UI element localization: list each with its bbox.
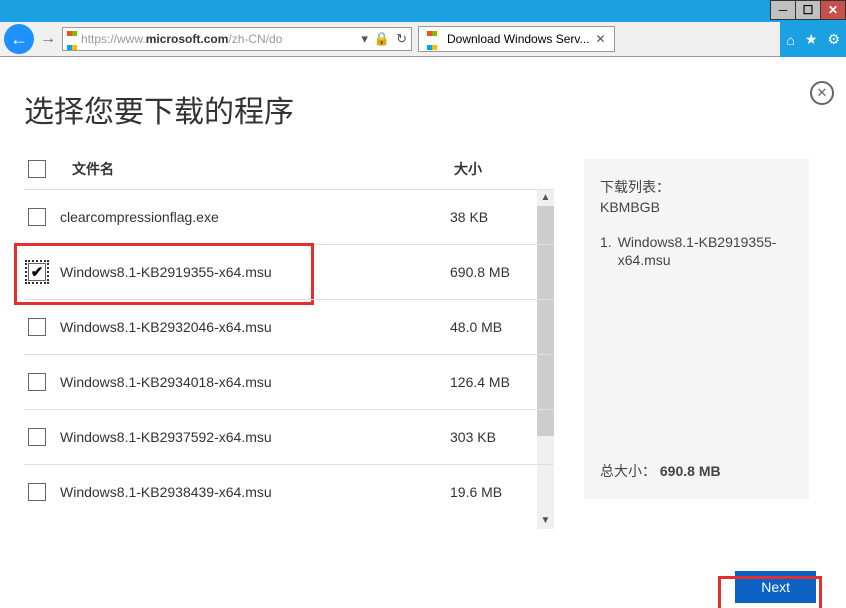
total-value: 690.8 MB	[660, 463, 721, 479]
address-bar[interactable]: https://www.microsoft.com/zh-CN/do ▾ 🔒 ↻	[62, 27, 412, 51]
page-heading: 选择您要下载的程序	[24, 87, 822, 131]
file-list-column: 文件名 大小 ▲ ▼ clearcompressionflag.exe38 KB…	[24, 159, 554, 519]
forward-button[interactable]: →	[38, 29, 58, 49]
summary-item: 1.Windows8.1-KB2919355-x64.msu	[600, 233, 793, 269]
summary-list: 1.Windows8.1-KB2919355-x64.msu	[600, 233, 793, 269]
summary-item-num: 1.	[600, 233, 612, 269]
address-bar-icons: ▾ 🔒 ↻	[361, 31, 407, 47]
dialog-close-button[interactable]: ✕	[810, 81, 834, 105]
arrow-right-icon: →	[40, 30, 56, 48]
download-summary-panel: 下载列表： KBMBGB 1.Windows8.1-KB2919355-x64.…	[584, 159, 809, 499]
file-size: 690.8 MB	[450, 264, 550, 280]
file-checkbox[interactable]	[28, 318, 46, 336]
summary-total: 总大小： 690.8 MB	[600, 461, 721, 481]
refresh-icon[interactable]: ↻	[396, 31, 407, 47]
file-size: 48.0 MB	[450, 319, 550, 335]
chrome-right-icons: ⌂ ★ ⚙	[780, 22, 846, 57]
total-label: 总大小：	[600, 463, 656, 479]
summary-title: 下载列表：	[600, 177, 793, 197]
window-titlebar: ─ ☐ ✕	[0, 0, 846, 22]
file-row[interactable]: Windows8.1-KB2938439-x64.msu19.6 MB	[24, 464, 554, 519]
minimize-button[interactable]: ─	[770, 0, 796, 20]
back-button[interactable]: ←	[4, 24, 34, 54]
main-row: 文件名 大小 ▲ ▼ clearcompressionflag.exe38 KB…	[24, 159, 822, 519]
file-row[interactable]: Windows8.1-KB2937592-x64.msu303 KB	[24, 409, 554, 464]
file-size: 126.4 MB	[450, 374, 550, 390]
file-name: Windows8.1-KB2937592-x64.msu	[60, 429, 450, 445]
tab-close-icon[interactable]: ✕	[596, 32, 606, 46]
summary-sub: KBMBGB	[600, 199, 793, 215]
file-name: Windows8.1-KB2932046-x64.msu	[60, 319, 450, 335]
filename-label: 文件名	[72, 159, 114, 179]
next-button[interactable]: Next	[735, 571, 816, 603]
arrow-left-icon: ←	[10, 29, 28, 50]
checkmark-icon: ✔	[31, 263, 44, 281]
tab-title: Download Windows Serv...	[447, 32, 590, 46]
header-filename: 文件名	[28, 159, 454, 179]
page-content: ✕ 选择您要下载的程序 文件名 大小 ▲ ▼ clear	[0, 57, 846, 607]
file-size: 38 KB	[450, 209, 550, 225]
select-all-checkbox[interactable]	[28, 160, 46, 178]
maximize-button[interactable]: ☐	[795, 0, 821, 20]
dropdown-icon[interactable]: ▾	[361, 31, 368, 47]
microsoft-icon	[427, 25, 437, 53]
file-size: 19.6 MB	[450, 484, 550, 500]
file-checkbox[interactable]	[28, 373, 46, 391]
file-name: clearcompressionflag.exe	[60, 209, 450, 225]
file-row[interactable]: ✔ Windows8.1-KB2919355-x64.msu690.8 MB	[24, 244, 554, 299]
favorites-icon[interactable]: ★	[805, 31, 818, 48]
file-name: Windows8.1-KB2934018-x64.msu	[60, 374, 450, 390]
browser-tab[interactable]: Download Windows Serv... ✕	[418, 26, 615, 52]
file-size: 303 KB	[450, 429, 550, 445]
home-icon[interactable]: ⌂	[786, 32, 794, 48]
file-row[interactable]: Windows8.1-KB2932046-x64.msu48.0 MB	[24, 299, 554, 354]
settings-icon[interactable]: ⚙	[827, 31, 840, 48]
url-text: https://www.microsoft.com/zh-CN/do	[81, 32, 282, 46]
file-checkbox[interactable]: ✔	[28, 263, 46, 281]
window-buttons: ─ ☐ ✕	[771, 0, 846, 20]
file-checkbox[interactable]	[28, 483, 46, 501]
file-list-header: 文件名 大小	[24, 159, 554, 189]
summary-item-text: Windows8.1-KB2919355-x64.msu	[618, 233, 793, 269]
microsoft-icon	[67, 25, 77, 53]
file-name: Windows8.1-KB2919355-x64.msu	[60, 264, 450, 280]
header-size: 大小	[454, 159, 554, 179]
file-list: ▲ ▼ clearcompressionflag.exe38 KB✔Window…	[24, 189, 554, 519]
file-row[interactable]: Windows8.1-KB2934018-x64.msu126.4 MB	[24, 354, 554, 409]
browser-toolbar: ← → https://www.microsoft.com/zh-CN/do ▾…	[0, 22, 846, 57]
file-row[interactable]: clearcompressionflag.exe38 KB	[24, 189, 554, 244]
file-checkbox[interactable]	[28, 428, 46, 446]
file-checkbox[interactable]	[28, 208, 46, 226]
lock-icon: 🔒	[374, 31, 390, 47]
file-name: Windows8.1-KB2938439-x64.msu	[60, 484, 450, 500]
close-button[interactable]: ✕	[820, 0, 846, 20]
